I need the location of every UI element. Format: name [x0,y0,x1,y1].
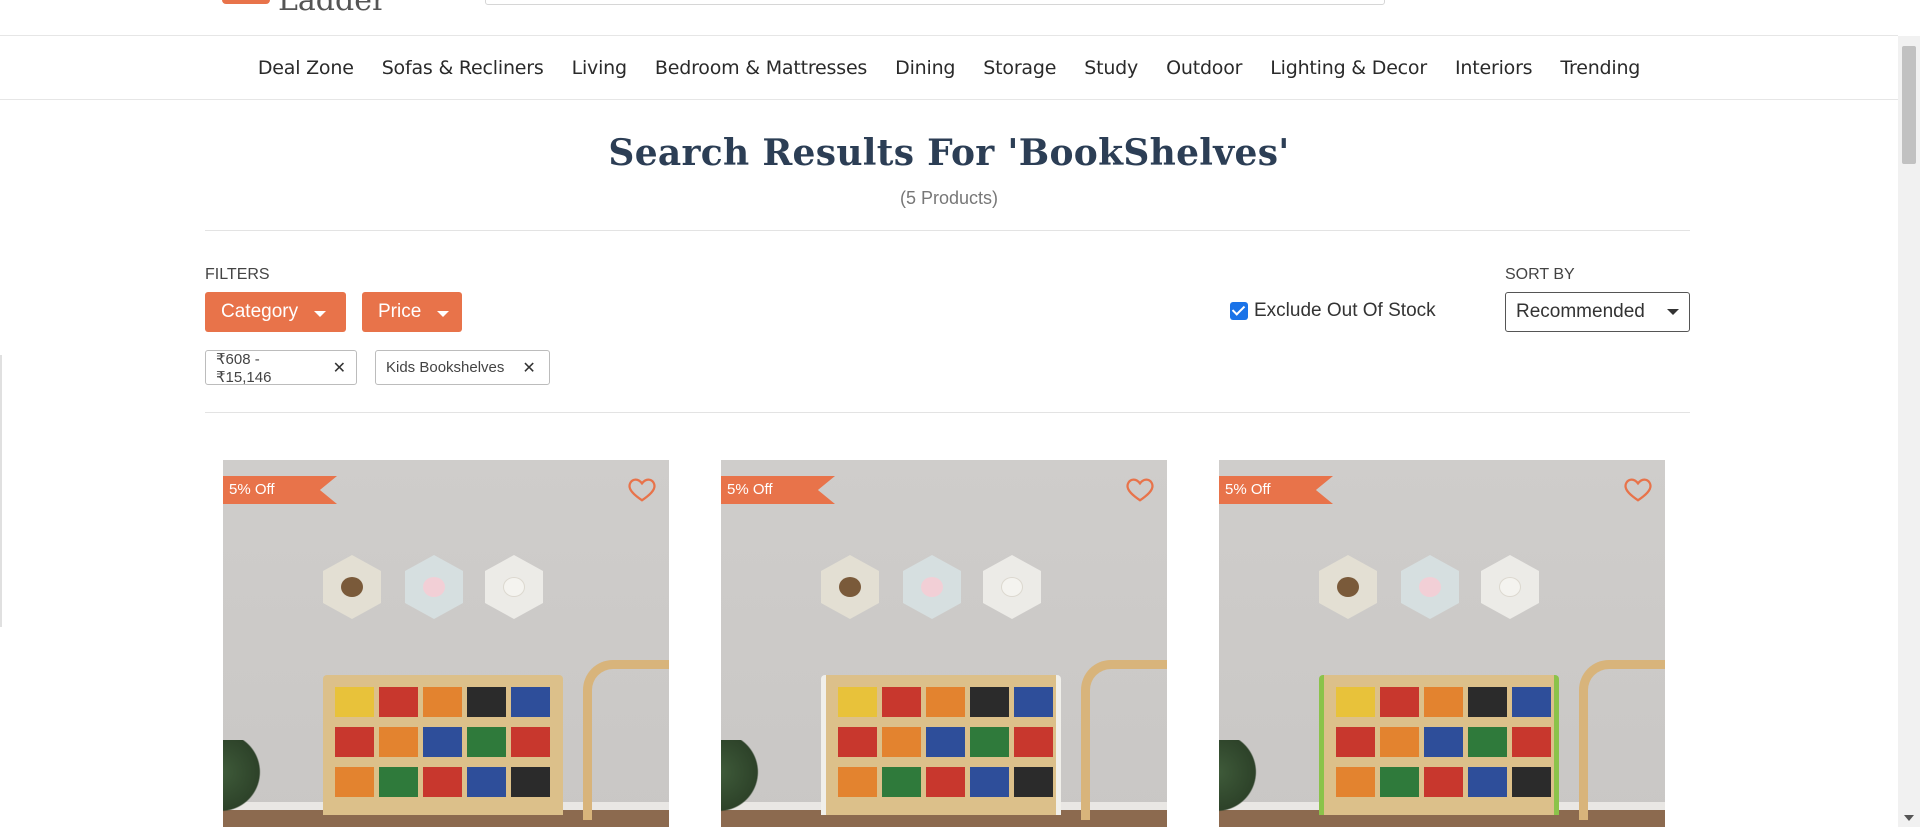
nav-item-living[interactable]: Living [572,57,627,79]
nav-item-sofas-recliners[interactable]: Sofas & Recliners [382,57,544,79]
product-card[interactable]: 5% Off [721,460,1167,827]
main-nav: Deal Zone Sofas & Recliners Living Bedro… [0,36,1898,100]
nav-item-lighting-decor[interactable]: Lighting & Decor [1270,57,1427,79]
discount-badge: 5% Off [223,476,337,504]
nav-item-study[interactable]: Study [1084,57,1138,79]
nav-item-bedroom-mattresses[interactable]: Bedroom & Mattresses [655,57,867,79]
discount-badge: 5% Off [721,476,835,504]
side-panel-edge [0,355,2,627]
chair-image [1081,660,1167,820]
wishlist-heart-icon[interactable] [1623,474,1653,504]
scrollbar-thumb[interactable] [1902,46,1916,164]
sort-by-label: SORT BY [1505,266,1575,283]
category-filter-label: Category [221,301,299,322]
product-card[interactable]: 5% Off [1219,460,1665,827]
filters-label: FILTERS [205,266,270,283]
sort-selected-value: Recommended [1516,301,1645,322]
wishlist-heart-icon[interactable] [627,474,657,504]
wishlist-heart-icon[interactable] [1125,474,1155,504]
plant-image [1219,740,1259,820]
chair-image [583,660,669,820]
plant-image [721,740,761,820]
discount-badge: 5% Off [1219,476,1333,504]
top-header: Ladder [0,0,1898,36]
nav-item-interiors[interactable]: Interiors [1455,57,1533,79]
product-card[interactable]: 5% Off [223,460,669,827]
nav-item-deal-zone[interactable]: Deal Zone [258,57,354,79]
caret-down-icon [1667,309,1679,315]
exclude-out-of-stock-toggle[interactable]: Exclude Out Of Stock [1230,300,1436,322]
chip-label: ₹608 - ₹15,146 [216,350,272,386]
logo-text[interactable]: Ladder [278,0,386,16]
chip-label: Kids Bookshelves [386,359,505,376]
close-icon[interactable]: ✕ [522,358,535,378]
category-filter-button[interactable]: Category [205,292,346,332]
search-input[interactable] [485,0,1385,5]
checkbox-checked-icon[interactable] [1230,302,1248,320]
exclude-out-of-stock-label: Exclude Out Of Stock [1254,300,1436,321]
logo-icon[interactable] [222,0,270,4]
active-filter-chip-price: ₹608 - ₹15,146 ✕ [205,350,357,386]
price-filter-button[interactable]: Price [362,292,462,332]
nav-item-dining[interactable]: Dining [895,57,955,79]
divider [205,412,1690,413]
active-filter-chip-kids-bookshelves: Kids Bookshelves ✕ [375,350,550,385]
divider [205,230,1690,231]
page-scrollbar[interactable] [1898,36,1920,827]
bookshelf-image [821,675,1061,815]
close-icon[interactable]: ✕ [333,358,346,378]
plant-image [223,740,263,820]
page-title: Search Results For 'BookShelves' [608,132,1290,174]
bookshelf-image [323,675,563,815]
result-count: (5 Products) [899,188,999,208]
caret-down-icon [314,311,327,317]
sort-select[interactable]: Recommended [1505,292,1690,332]
bookshelf-image [1319,675,1559,815]
nav-item-outdoor[interactable]: Outdoor [1166,57,1242,79]
nav-item-storage[interactable]: Storage [983,57,1056,79]
scroll-down-arrow-icon[interactable] [1904,815,1914,821]
nav-item-trending[interactable]: Trending [1560,57,1640,79]
price-filter-label: Price [378,301,422,322]
chair-image [1579,660,1665,820]
caret-down-icon [437,311,450,317]
